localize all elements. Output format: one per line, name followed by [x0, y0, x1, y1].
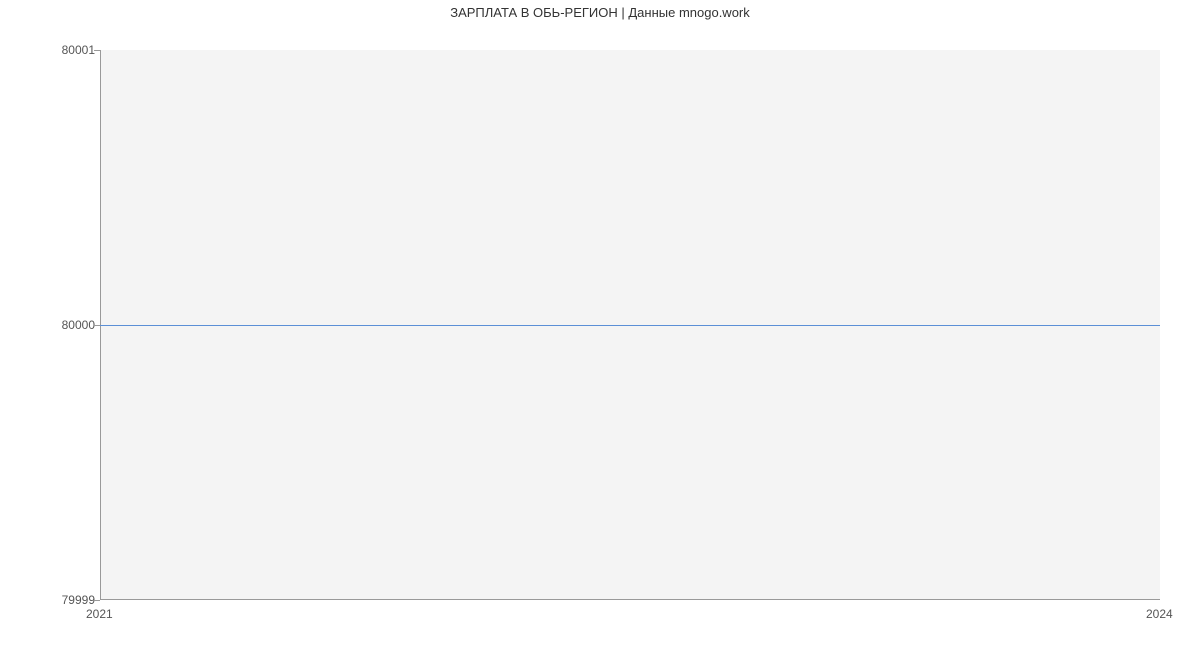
y-tick-label: 80001: [62, 43, 95, 57]
data-line: [100, 325, 1160, 326]
y-tick-mark: [94, 50, 100, 51]
y-tick-mark: [94, 600, 100, 601]
y-tick-label: 80000: [62, 318, 95, 332]
y-tick-label: 79999: [62, 593, 95, 607]
x-tick-label: 2024: [1146, 607, 1173, 621]
chart-title: ЗАРПЛАТА В ОБЬ-РЕГИОН | Данные mnogo.wor…: [450, 5, 750, 20]
chart-container: ЗАРПЛАТА В ОБЬ-РЕГИОН | Данные mnogo.wor…: [0, 0, 1200, 620]
x-tick-label: 2021: [86, 607, 113, 621]
